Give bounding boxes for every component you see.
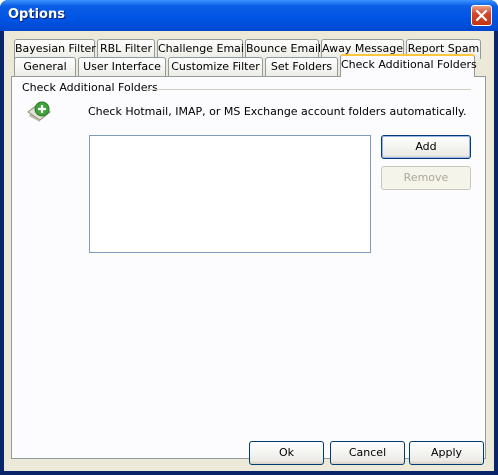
tab-check-additional-folders[interactable]: Check Additional Folders <box>340 54 477 77</box>
tab-set-folders[interactable]: Set Folders <box>265 57 338 77</box>
close-button[interactable] <box>471 5 492 26</box>
tab-general[interactable]: General <box>14 57 76 77</box>
tab-user-interface[interactable]: User Interface <box>78 57 166 77</box>
folder-add-icon <box>27 101 51 122</box>
add-button[interactable]: Add <box>381 135 471 159</box>
close-icon <box>475 9 488 22</box>
cancel-button[interactable]: Cancel <box>330 441 405 465</box>
dialog-client-area: Bayesian Filter RBL Filter Challenge Ema… <box>4 31 494 471</box>
tab-panel: Check Additional Folders Check Hotmail, … <box>11 76 486 459</box>
description-text: Check Hotmail, IMAP, or MS Exchange acco… <box>88 105 467 118</box>
tab-bounce-email[interactable]: Bounce Email <box>245 39 321 59</box>
tab-rbl-filter[interactable]: RBL Filter <box>97 39 155 59</box>
group-divider <box>146 89 471 90</box>
apply-button[interactable]: Apply <box>409 441 484 465</box>
tab-customize-filter[interactable]: Customize Filter <box>168 57 263 77</box>
title-bar[interactable]: Options <box>0 0 498 31</box>
options-window: Options Bayesian Filter RBL Filter Chall… <box>0 0 498 475</box>
folders-listbox[interactable] <box>89 135 371 253</box>
window-title: Options <box>8 7 65 22</box>
remove-button[interactable]: Remove <box>381 166 471 190</box>
ok-button[interactable]: Ok <box>249 441 324 465</box>
tab-challenge-email[interactable]: Challenge Email <box>157 39 247 59</box>
group-title: Check Additional Folders <box>22 81 158 94</box>
tab-bayesian-filter[interactable]: Bayesian Filter <box>14 39 96 59</box>
